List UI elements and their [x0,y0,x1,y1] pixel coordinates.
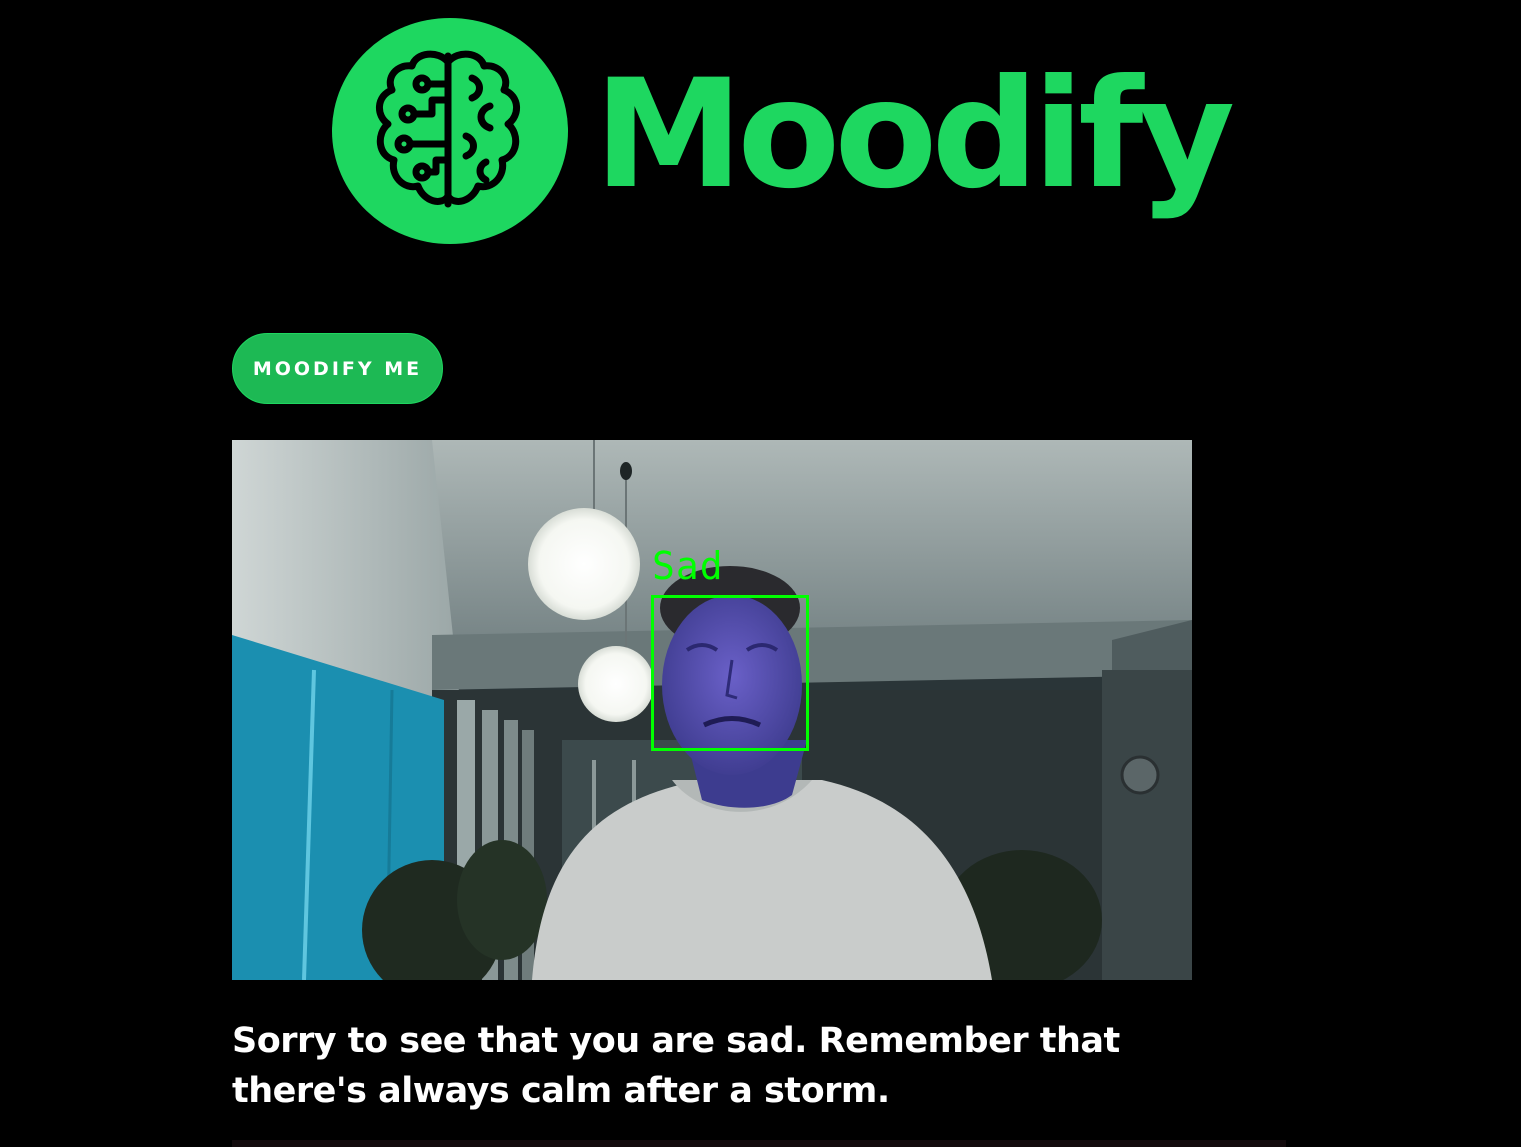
moodify-me-button[interactable]: MOODIFY ME [232,333,443,404]
webcam-frame: Sad [232,440,1192,980]
emotion-label: Sad [652,544,724,588]
content-divider [232,1140,1286,1147]
app-title: Moodify [594,48,1235,222]
face-detection-box [651,595,809,751]
app-logo: Moodify [332,18,1235,244]
mood-message: Sorry to see that you are sad. Remember … [232,1021,1120,1111]
brain-circuit-icon [332,18,568,244]
